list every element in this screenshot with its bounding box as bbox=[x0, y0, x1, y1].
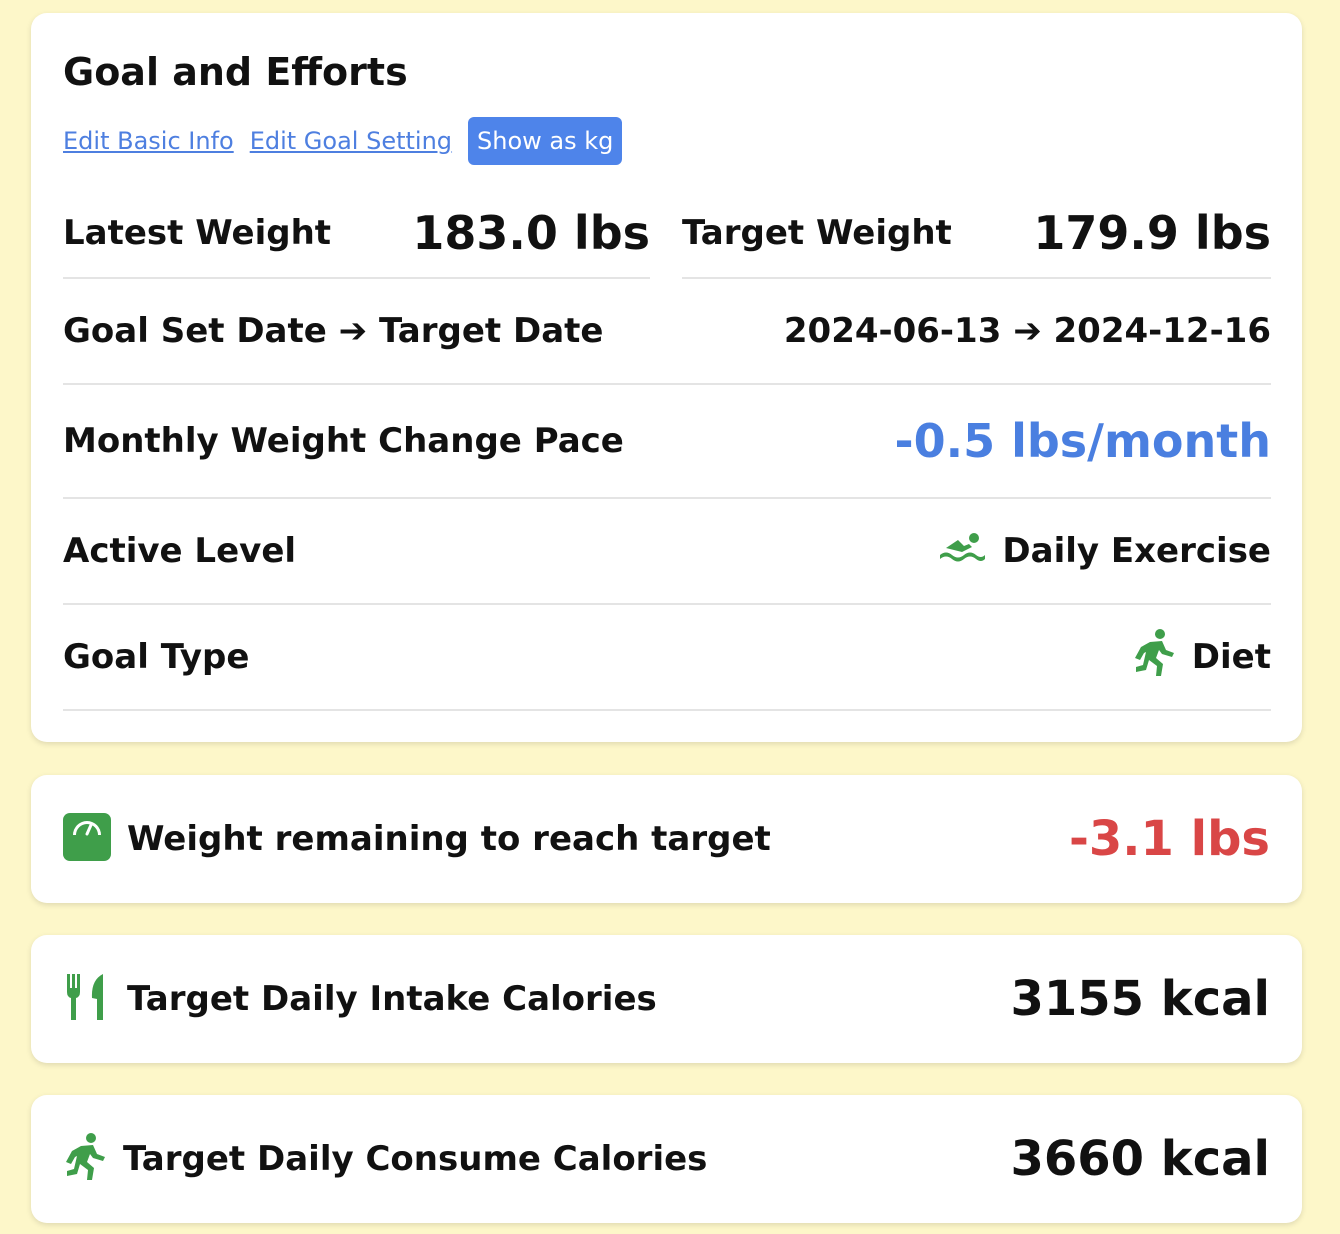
active-level-value-group: Daily Exercise bbox=[938, 531, 1271, 571]
goal-type-row: Goal Type Diet bbox=[63, 605, 1271, 711]
goal-type-value: Diet bbox=[1191, 637, 1271, 677]
active-level-value: Daily Exercise bbox=[1002, 531, 1271, 571]
goal-type-label: Goal Type bbox=[63, 637, 250, 677]
intake-calories-value: 3155 kcal bbox=[1010, 971, 1270, 1027]
active-level-label: Active Level bbox=[63, 531, 297, 571]
intake-calories-card: Target Daily Intake Calories 3155 kcal bbox=[31, 935, 1302, 1063]
running-person-icon bbox=[63, 1132, 107, 1186]
edit-basic-info-link[interactable]: Edit Basic Info bbox=[63, 117, 234, 165]
utensils-icon bbox=[63, 972, 111, 1026]
target-weight-label: Target Weight bbox=[682, 213, 952, 253]
pace-label: Monthly Weight Change Pace bbox=[63, 421, 624, 461]
dates-row: Goal Set Date ➔ Target Date 2024-06-13 ➔… bbox=[63, 279, 1271, 385]
pace-value: -0.5 lbs/month bbox=[894, 414, 1272, 468]
goal-efforts-card: Goal and Efforts Edit Basic Info Edit Go… bbox=[31, 13, 1302, 742]
goal-type-value-group: Diet bbox=[1132, 628, 1271, 687]
weight-scale-icon bbox=[63, 813, 111, 865]
target-weight-value: 179.9 lbs bbox=[1033, 206, 1271, 260]
dates-label: Goal Set Date ➔ Target Date bbox=[63, 311, 604, 351]
swimmer-icon bbox=[938, 531, 986, 571]
running-person-icon bbox=[1132, 628, 1176, 687]
edit-goal-setting-link[interactable]: Edit Goal Setting bbox=[250, 117, 452, 165]
latest-weight-row: Latest Weight 183.0 lbs bbox=[63, 189, 650, 279]
dates-value: 2024-06-13 ➔ 2024-12-16 bbox=[783, 311, 1271, 351]
show-as-kg-button[interactable]: Show as kg bbox=[468, 117, 623, 165]
latest-weight-label: Latest Weight bbox=[63, 213, 332, 253]
weight-remaining-value: -3.1 lbs bbox=[1068, 811, 1270, 867]
consume-calories-value: 3660 kcal bbox=[1010, 1131, 1270, 1187]
active-level-row: Active Level Daily Exercise bbox=[63, 499, 1271, 605]
consume-calories-label: Target Daily Consume Calories bbox=[123, 1139, 708, 1179]
pace-row: Monthly Weight Change Pace -0.5 lbs/mont… bbox=[63, 385, 1271, 499]
latest-weight-value: 183.0 lbs bbox=[412, 206, 650, 260]
target-weight-row: Target Weight 179.9 lbs bbox=[682, 189, 1271, 279]
intake-calories-label: Target Daily Intake Calories bbox=[127, 979, 657, 1019]
card-title: Goal and Efforts bbox=[63, 50, 408, 94]
weight-remaining-card: Weight remaining to reach target -3.1 lb… bbox=[31, 775, 1302, 903]
action-bar: Edit Basic Info Edit Goal Setting Show a… bbox=[63, 117, 623, 165]
consume-calories-card: Target Daily Consume Calories 3660 kcal bbox=[31, 1095, 1302, 1223]
weight-remaining-label: Weight remaining to reach target bbox=[127, 819, 771, 859]
